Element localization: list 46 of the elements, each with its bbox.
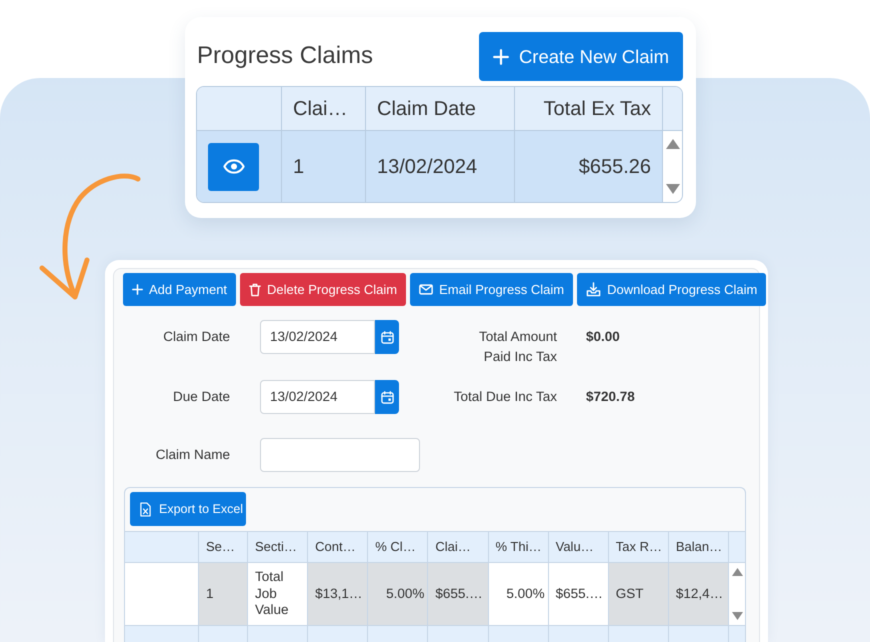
spreadsheet-file-icon	[140, 502, 151, 516]
table-cell: $13,1…	[308, 563, 368, 625]
table-row[interactable]: 1 13/02/2024 $655.26	[197, 131, 682, 202]
table-cell: 13/02/2024	[366, 131, 515, 202]
table-cell: $12,4…	[668, 563, 729, 625]
panel-title: Progress Claims	[197, 42, 374, 71]
calendar-button[interactable]	[375, 320, 399, 354]
table-cell: 1	[199, 563, 248, 625]
total-label: Total Amount Paid Inc Tax	[478, 328, 557, 366]
trash-icon	[249, 282, 262, 296]
download-button[interactable]: Download Progress Claim	[577, 273, 766, 306]
create-claim-button[interactable]: Create New Claim	[479, 32, 683, 81]
download-icon	[586, 282, 602, 297]
field-label: Due Date	[172, 388, 230, 406]
scroll-down-icon	[666, 184, 680, 194]
export-button[interactable]: Export to Excel	[130, 492, 246, 526]
table-cell: 1	[282, 131, 366, 202]
total-value: $720.78	[586, 388, 635, 406]
table-cell: 5.00%	[368, 563, 428, 625]
scroll-up-icon	[666, 139, 680, 149]
scroll-down-icon	[732, 612, 742, 620]
table-cell: $655.…	[428, 563, 488, 625]
date-input[interactable]: 13/02/2024	[260, 320, 375, 354]
column-header[interactable]: Clai…	[282, 87, 366, 130]
eye-icon	[222, 159, 244, 174]
delete-button[interactable]: Delete Progress Claim	[240, 273, 406, 306]
column-header[interactable]: Total Ex Tax	[515, 87, 663, 130]
column-header[interactable]: Claim Date	[366, 87, 515, 130]
plus-icon	[132, 284, 143, 295]
scroll-up-icon	[732, 568, 742, 576]
view-button[interactable]	[208, 142, 259, 190]
field-label: Claim Name	[154, 446, 230, 464]
text-input[interactable]	[260, 438, 420, 472]
email-button[interactable]: Email Progress Claim	[410, 273, 574, 306]
calendar-button[interactable]	[375, 380, 399, 414]
add-button[interactable]: Add Payment	[123, 273, 236, 306]
total-label: Total Due Inc Tax	[452, 388, 557, 406]
plus-icon	[492, 48, 509, 64]
calendar-icon	[380, 330, 394, 344]
scrollbar[interactable]	[663, 131, 682, 202]
table-cell: GST	[608, 563, 669, 625]
total-value: $0.00	[586, 328, 620, 346]
envelope-icon	[419, 284, 434, 295]
date-input[interactable]: 13/02/2024	[260, 380, 375, 414]
field-label: Claim Date	[162, 328, 230, 346]
calendar-icon	[380, 390, 394, 404]
